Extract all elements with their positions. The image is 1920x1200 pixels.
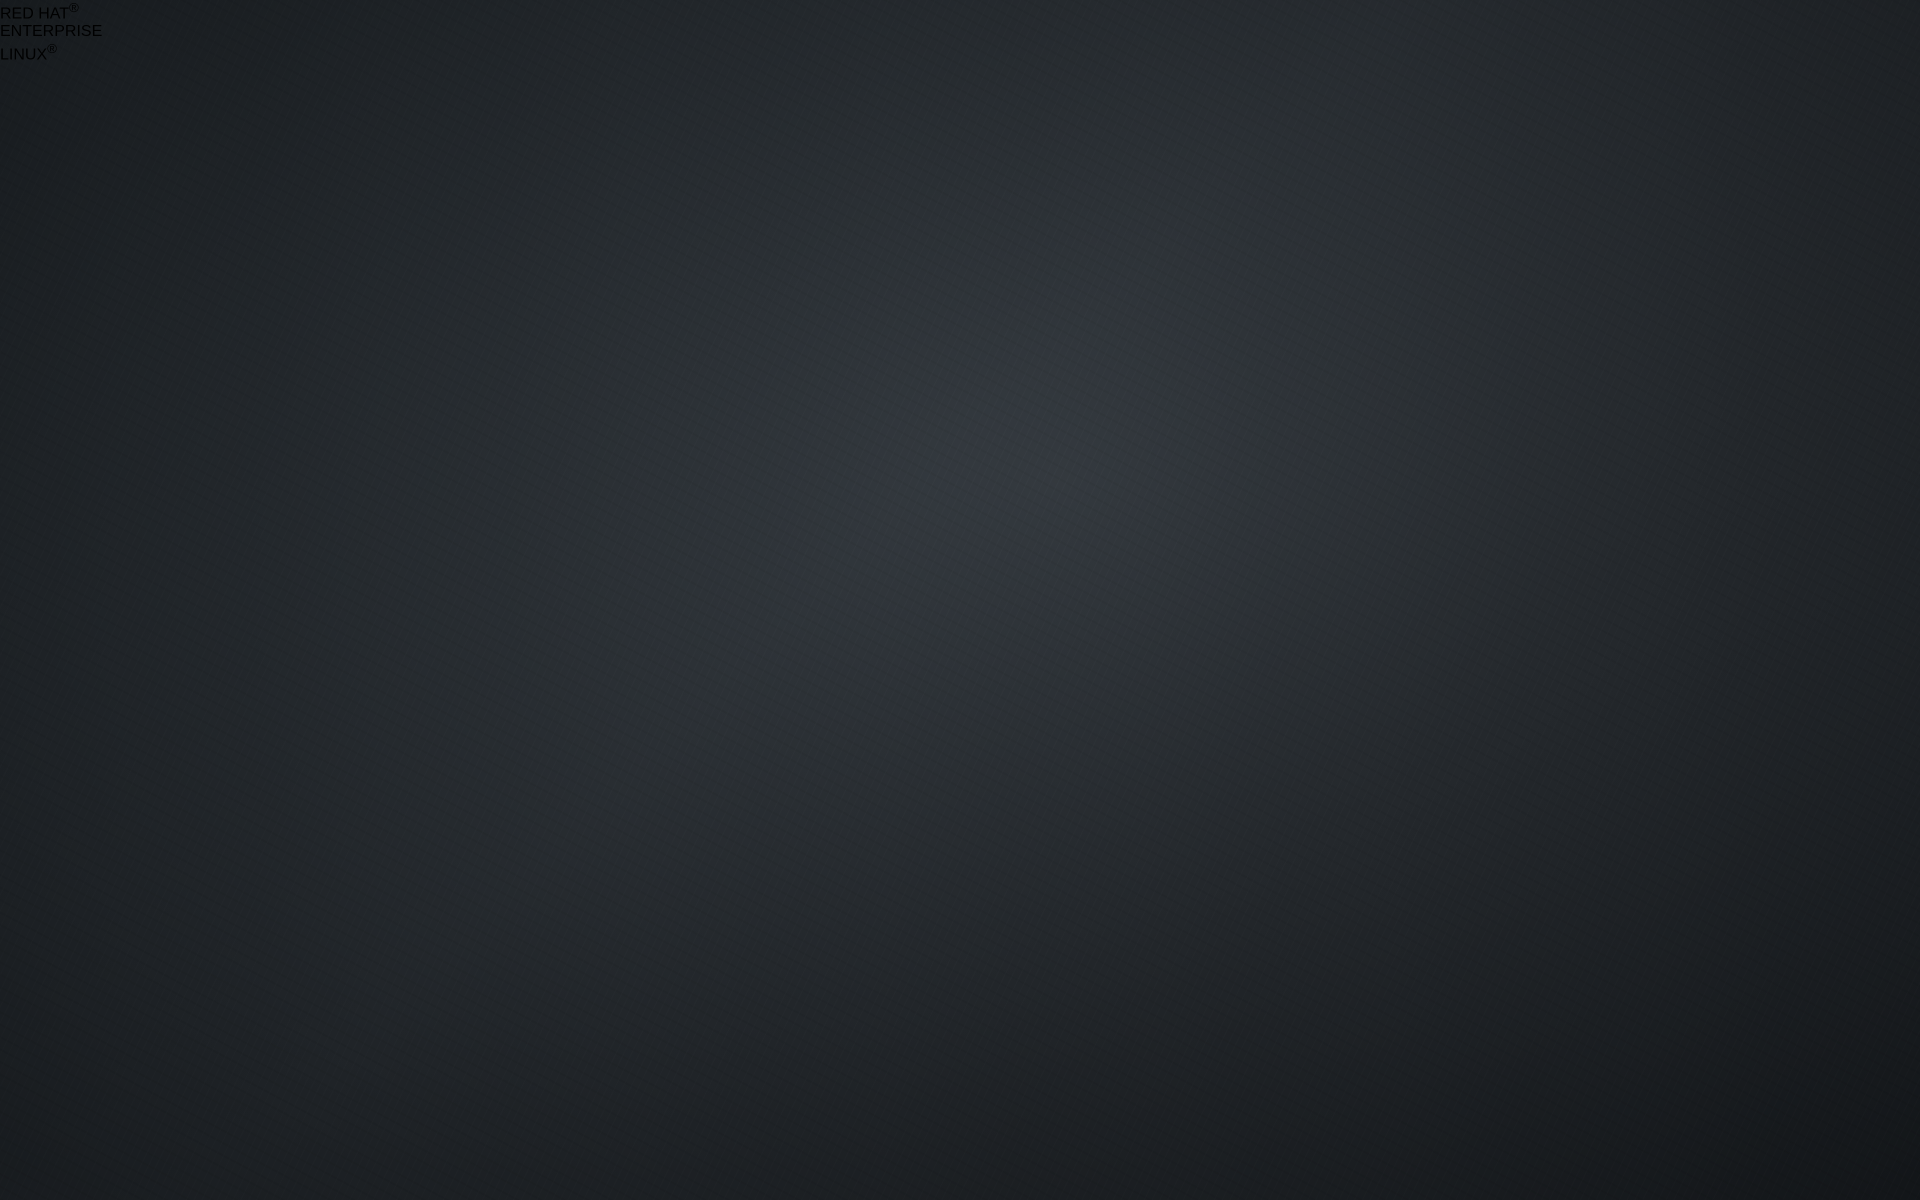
wallpaper-red-ribbon bbox=[0, 0, 1920, 1200]
desktop-wallpaper: RED HAT® ENTERPRISE LINUX® bbox=[0, 0, 1920, 1200]
